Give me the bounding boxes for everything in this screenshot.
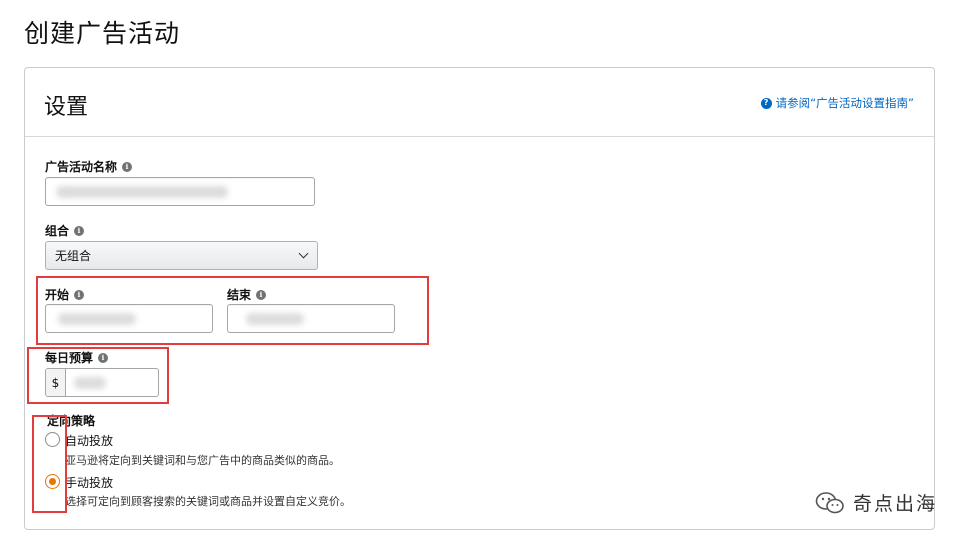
guide-link-label: 请参阅“广告活动设置指南”: [775, 96, 914, 110]
campaign-name-input[interactable]: [45, 177, 315, 206]
portfolio-label: 组合 i: [45, 222, 85, 239]
redacted-text: [58, 313, 136, 325]
start-label-text: 开始: [45, 288, 70, 302]
end-label-text: 结束: [227, 288, 252, 302]
auto-targeting-description: 亚马逊将定向到关键词和与您广告中的商品类似的商品。: [65, 454, 340, 467]
manual-targeting-description: 选择可定向到顾客搜索的关键词或商品并设置自定义竞价。: [65, 495, 351, 508]
campaign-name-label-text: 广告活动名称: [45, 160, 118, 174]
help-icon: ?: [760, 97, 772, 109]
info-icon[interactable]: i: [256, 289, 267, 300]
campaign-name-label: 广告活动名称 i: [45, 158, 133, 175]
watermark: 奇点出海: [815, 489, 937, 516]
redacted-text: [246, 313, 304, 325]
start-label: 开始 i: [45, 286, 85, 303]
end-date-input[interactable]: [227, 304, 395, 333]
panel-title: 设置: [44, 95, 89, 120]
info-icon[interactable]: i: [98, 352, 109, 363]
auto-targeting-title: 自动投放: [65, 434, 114, 448]
portfolio-selected-value: 无组合: [55, 249, 92, 263]
manual-targeting-title: 手动投放: [65, 476, 114, 490]
portfolio-select[interactable]: 无组合: [45, 241, 318, 270]
panel-header: 设置 ? 请参阅“广告活动设置指南”: [25, 68, 934, 137]
info-icon[interactable]: i: [74, 289, 85, 300]
campaign-guide-link[interactable]: ? 请参阅“广告活动设置指南”: [760, 95, 914, 111]
targeting-label: 定向策略: [47, 412, 95, 429]
currency-prefix: $: [46, 369, 66, 396]
end-label: 结束 i: [227, 286, 267, 303]
watermark-text: 奇点出海: [852, 493, 937, 515]
manual-targeting-radio[interactable]: [45, 474, 60, 489]
daily-budget-input[interactable]: $: [45, 368, 159, 397]
daily-budget-label-text: 每日预算: [45, 351, 94, 365]
chevron-down-icon: [298, 248, 309, 259]
wechat-icon: [815, 491, 844, 513]
info-icon[interactable]: i: [74, 225, 85, 236]
info-icon[interactable]: i: [122, 161, 133, 172]
daily-budget-label: 每日预算 i: [45, 349, 109, 366]
redacted-text: [74, 377, 106, 389]
targeting-label-text: 定向策略: [47, 414, 96, 428]
portfolio-label-text: 组合: [45, 224, 70, 238]
auto-targeting-radio[interactable]: [45, 432, 60, 447]
redacted-text: [56, 186, 228, 198]
start-date-input[interactable]: [45, 304, 213, 333]
page-title: 创建广告活动: [24, 19, 181, 48]
